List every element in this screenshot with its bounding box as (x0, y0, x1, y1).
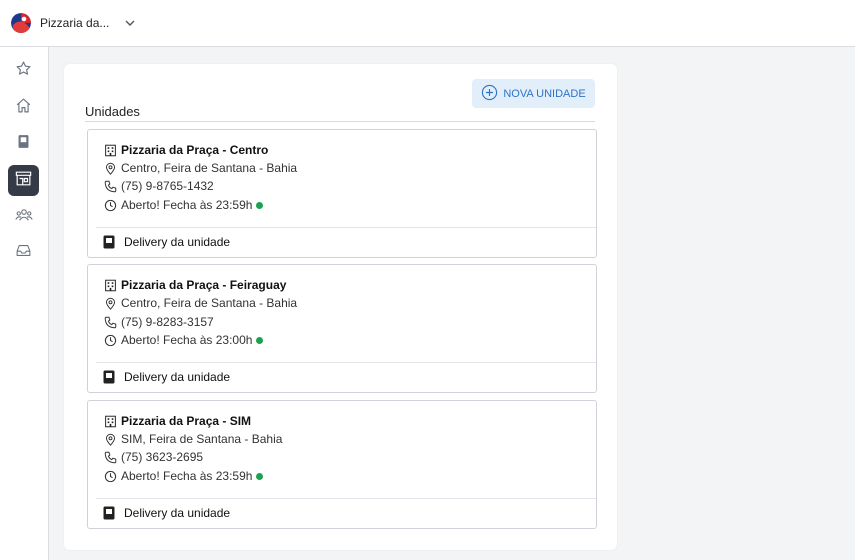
building-icon (103, 278, 117, 292)
status-indicator (256, 201, 264, 209)
menu-book-icon (16, 133, 31, 155)
unit-status-row: Aberto! Fecha às 23:59h (103, 467, 264, 485)
unit-phone: (75) 3623-2695 (121, 450, 204, 464)
unit-name-row: Pizzaria da Praça - Feiraguay (103, 276, 286, 294)
building-icon (103, 143, 117, 157)
unit-address-row: SIM, Feira de Santana - Bahia (103, 430, 282, 448)
store-name[interactable]: Pizzaria da... (40, 16, 109, 30)
clock-icon (103, 198, 117, 212)
unit-card: Pizzaria da Praça - Feiraguay Centro, Fe… (87, 264, 597, 393)
unit-name: Pizzaria da Praça - Centro (121, 143, 269, 157)
location-pin-icon (103, 296, 117, 310)
divider (96, 227, 596, 228)
unit-phone: (75) 9-8765-1432 (121, 179, 214, 193)
unit-address: SIM, Feira de Santana - Bahia (121, 432, 283, 446)
delivery-label: Delivery da unidade (124, 370, 231, 384)
unit-phone-row: (75) 3623-2695 (103, 448, 203, 466)
unit-card: Pizzaria da Praça - SIM SIM, Feira de Sa… (87, 400, 597, 529)
status-indicator (256, 336, 264, 344)
clock-icon (103, 333, 117, 347)
main-content: Unidades NOVA UNIDADE Pizzaria da Praça … (49, 47, 855, 560)
unit-status-row: Aberto! Fecha às 23:00h (103, 331, 264, 349)
delivery-link[interactable]: Delivery da unidade (103, 367, 230, 387)
top-bar: Pizzaria da... (0, 0, 855, 47)
unit-name-row: Pizzaria da Praça - Centro (103, 141, 268, 159)
unit-address-row: Centro, Feira de Santana - Bahia (103, 159, 297, 177)
delivery-icon (103, 235, 115, 249)
delivery-label: Delivery da unidade (124, 235, 231, 249)
unit-name-row: Pizzaria da Praça - SIM (103, 412, 251, 430)
page-title: Unidades (85, 104, 140, 119)
people-icon (14, 206, 33, 229)
delivery-icon (103, 370, 115, 384)
location-pin-icon (103, 161, 117, 175)
delivery-icon (103, 506, 115, 520)
location-pin-icon (103, 432, 117, 446)
home-icon (15, 97, 32, 119)
sidebar-item-clientes[interactable] (8, 202, 39, 233)
building-icon (103, 414, 117, 428)
new-unit-label: NOVA UNIDADE (503, 87, 586, 100)
unit-address: Centro, Feira de Santana - Bahia (121, 161, 298, 175)
phone-icon (103, 450, 117, 464)
unit-name: Pizzaria da Praça - SIM (121, 414, 252, 428)
clock-icon (103, 469, 117, 483)
phone-icon (103, 315, 117, 329)
divider (85, 121, 595, 122)
unit-phone: (75) 9-8283-3157 (121, 315, 214, 329)
unit-card: Pizzaria da Praça - Centro Centro, Feira… (87, 129, 597, 258)
delivery-label: Delivery da unidade (124, 506, 231, 520)
sidebar-item-inicio[interactable] (8, 92, 39, 123)
divider (96, 362, 596, 363)
sidebar-item-unidades[interactable] (8, 165, 39, 196)
delivery-link[interactable]: Delivery da unidade (103, 232, 230, 252)
divider (96, 498, 596, 499)
inbox-icon (15, 242, 32, 264)
unit-status: Aberto! Fecha às 23:59h (121, 198, 253, 212)
status-indicator (256, 472, 264, 480)
delivery-link[interactable]: Delivery da unidade (103, 503, 230, 523)
star-icon (15, 60, 32, 82)
unit-phone-row: (75) 9-8765-1432 (103, 177, 214, 195)
unit-address: Centro, Feira de Santana - Bahia (121, 296, 298, 310)
chevron-down-icon[interactable] (123, 16, 137, 30)
new-unit-button[interactable]: NOVA UNIDADE (472, 79, 595, 108)
storefront-icon (14, 169, 33, 193)
unit-status-row: Aberto! Fecha às 23:59h (103, 196, 264, 214)
brand-logo[interactable] (11, 13, 31, 33)
add-circle-icon (481, 84, 498, 104)
unit-phone-row: (75) 9-8283-3157 (103, 313, 214, 331)
sidebar-item-pedidos[interactable] (8, 237, 39, 268)
unit-address-row: Centro, Feira de Santana - Bahia (103, 294, 297, 312)
unit-status: Aberto! Fecha às 23:59h (121, 469, 253, 483)
sidebar-item-favoritos[interactable] (8, 55, 39, 86)
units-panel: Unidades NOVA UNIDADE Pizzaria da Praça … (64, 64, 617, 550)
sidebar (0, 47, 49, 560)
phone-icon (103, 179, 117, 193)
unit-status: Aberto! Fecha às 23:00h (121, 333, 253, 347)
unit-name: Pizzaria da Praça - Feiraguay (121, 278, 287, 292)
sidebar-item-cardapio[interactable] (8, 128, 39, 159)
